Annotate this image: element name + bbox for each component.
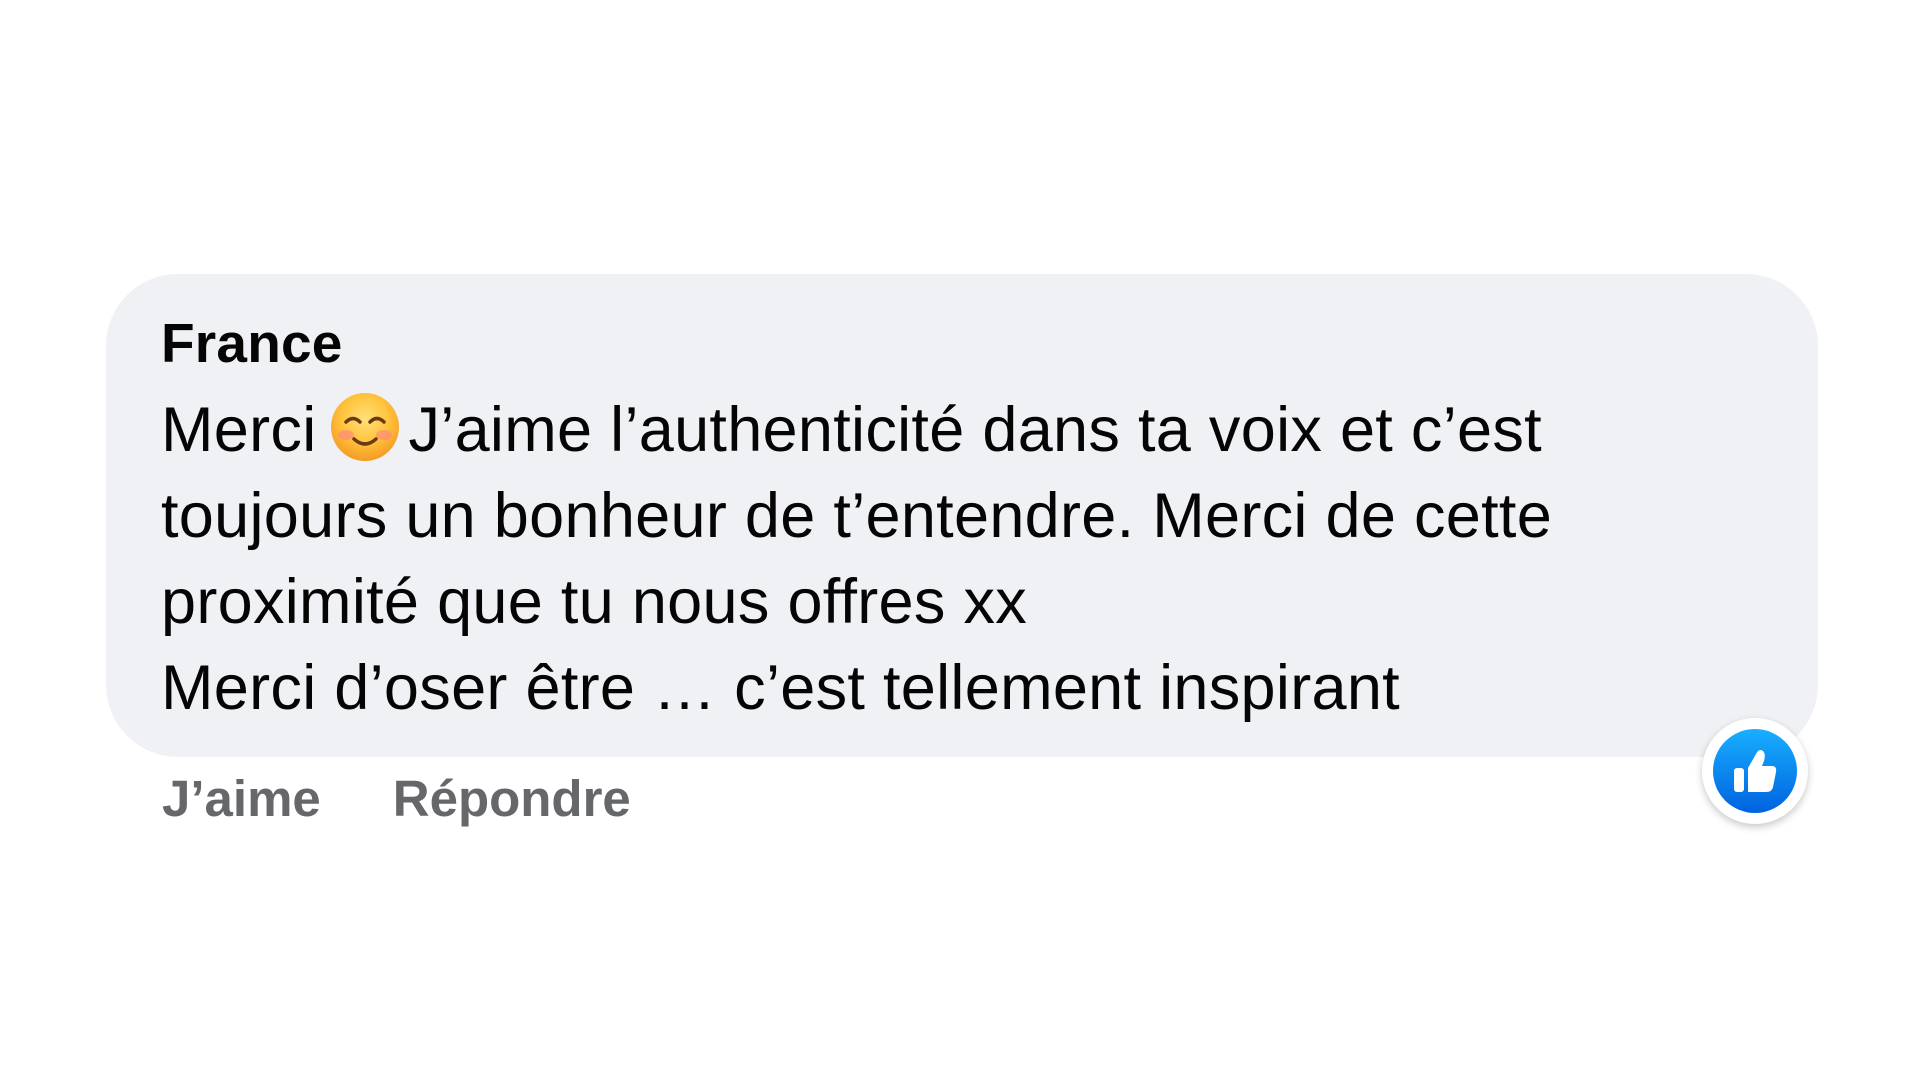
comment-line-3: proximité que tu nous offres xx <box>161 567 1028 637</box>
like-reaction-badge[interactable] <box>1702 718 1808 824</box>
comment-line-1-start: Merci <box>161 395 317 465</box>
smiling-face-emoji-icon <box>329 391 401 463</box>
comment-line-4: Merci d’oser être … c’est tellement insp… <box>161 653 1400 723</box>
thumbs-up-icon <box>1713 729 1797 813</box>
comment-author-name[interactable]: France <box>161 312 1764 374</box>
comment-bubble: France Merci J’aime l’authenticité dans … <box>106 274 1818 757</box>
comment-line-1-end: J’aime l’authenticité dans ta voix et c’… <box>408 395 1542 465</box>
comment-line-2: toujours un bonheur de t’entendre. Merci… <box>161 481 1553 551</box>
like-comment-link[interactable]: J’aime <box>162 770 321 827</box>
comment-screen: France Merci J’aime l’authenticité dans … <box>0 0 1920 1080</box>
comment-line-1: Merci J’aime l’authenticité dans ta voix… <box>161 387 1764 473</box>
comment-actions: J’aime Répondre <box>162 768 631 830</box>
reply-comment-link[interactable]: Répondre <box>393 770 631 827</box>
comment-body: Merci J’aime l’authenticité dans ta voix… <box>161 387 1764 731</box>
